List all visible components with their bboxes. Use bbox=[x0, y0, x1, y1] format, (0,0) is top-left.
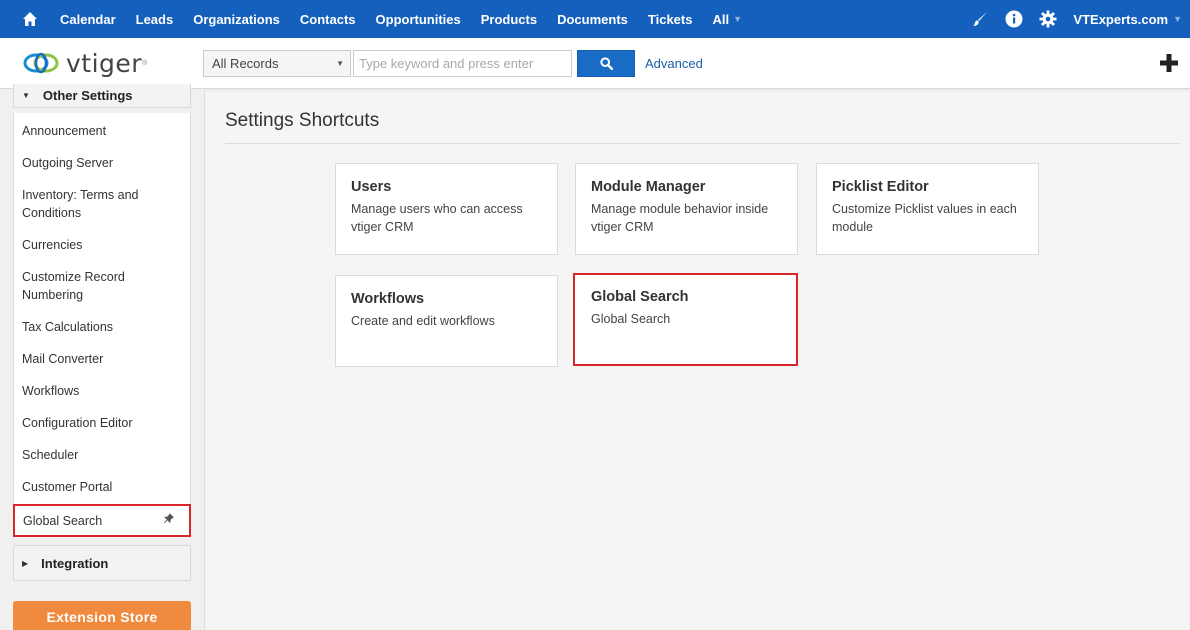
card-title: Module Manager bbox=[591, 179, 706, 195]
user-menu[interactable]: VTExperts.com ▼ bbox=[1073, 12, 1182, 27]
nav-right-tools: VTExperts.com ▼ bbox=[959, 0, 1182, 38]
nav-all-label: All bbox=[712, 11, 730, 27]
card-title: Workflows bbox=[351, 291, 425, 307]
integration-label: Integration bbox=[41, 555, 109, 571]
nav-products[interactable]: Products bbox=[481, 12, 537, 27]
triangle-down-icon: ▼ bbox=[22, 91, 30, 100]
search-scope-value: All Records bbox=[212, 56, 279, 71]
info-icon[interactable] bbox=[1001, 0, 1027, 38]
card-description: Global Search bbox=[591, 312, 671, 326]
registered-mark: ® bbox=[142, 59, 148, 67]
chevron-down-icon: ▼ bbox=[1173, 14, 1182, 24]
extension-store-button[interactable]: Extension Store bbox=[13, 601, 191, 630]
plus-icon[interactable] bbox=[1158, 52, 1180, 74]
sidebar-item-tax-calculations[interactable]: Tax Calculations bbox=[14, 309, 190, 341]
nav-tickets[interactable]: Tickets bbox=[648, 12, 693, 27]
nav-all-dropdown[interactable]: All ▼ bbox=[712, 12, 742, 27]
sidebar-item-workflows[interactable]: Workflows bbox=[14, 373, 190, 405]
search-scope-select[interactable]: All Records ▼ bbox=[203, 50, 351, 77]
card-title: Picklist Editor bbox=[832, 179, 929, 195]
search-icon bbox=[599, 57, 613, 70]
integration-header[interactable]: ▶ Integration bbox=[13, 545, 191, 581]
card-description: Customize Picklist values in each module bbox=[832, 202, 1017, 234]
sidebar-item-mail-converter[interactable]: Mail Converter bbox=[14, 341, 190, 373]
home-icon[interactable] bbox=[0, 0, 60, 38]
sidebar-item-scheduler[interactable]: Scheduler bbox=[14, 437, 190, 469]
sidebar-item-announcement[interactable]: Announcement bbox=[14, 113, 190, 145]
sidebar-item-global-search[interactable]: Global Search bbox=[13, 504, 191, 537]
nav-contacts[interactable]: Contacts bbox=[300, 12, 356, 27]
nav-documents[interactable]: Documents bbox=[557, 12, 628, 27]
shortcut-card-workflows[interactable]: Workflows Create and edit workflows bbox=[335, 275, 558, 367]
triangle-right-icon: ▶ bbox=[22, 558, 29, 568]
sidebar-item-customer-portal[interactable]: Customer Portal bbox=[14, 469, 190, 501]
sidebar-item-customize-record-numbering[interactable]: Customize Record Numbering bbox=[14, 259, 190, 309]
nav-calendar[interactable]: Calendar bbox=[60, 12, 116, 27]
top-navbar: Calendar Leads Organizations Contacts Op… bbox=[0, 0, 1190, 38]
search-input[interactable] bbox=[353, 50, 572, 77]
main-menu: Calendar Leads Organizations Contacts Op… bbox=[60, 0, 762, 38]
user-name: VTExperts.com bbox=[1073, 11, 1169, 27]
card-title: Global Search bbox=[591, 289, 689, 305]
pin-icon[interactable] bbox=[163, 512, 175, 524]
nav-leads[interactable]: Leads bbox=[136, 12, 174, 27]
sidebar-item-configuration-editor[interactable]: Configuration Editor bbox=[14, 405, 190, 437]
shortcut-card-module-manager[interactable]: Module Manager Manage module behavior in… bbox=[575, 163, 798, 255]
card-title: Users bbox=[351, 179, 392, 195]
chevron-down-icon: ▼ bbox=[733, 14, 743, 24]
sidebar-item-outgoing-server[interactable]: Outgoing Server bbox=[14, 145, 190, 177]
shortcut-card-global-search[interactable]: Global Search Global Search bbox=[573, 273, 798, 366]
settings-sidebar: ▼ Other Settings Announcement Outgoing S… bbox=[0, 84, 205, 630]
vtiger-logo-text: vtiger bbox=[66, 48, 143, 78]
vtiger-logo[interactable]: vtiger ® bbox=[22, 48, 147, 78]
other-settings-header[interactable]: ▼ Other Settings bbox=[13, 84, 191, 108]
shortcut-card-picklist-editor[interactable]: Picklist Editor Customize Picklist value… bbox=[816, 163, 1039, 255]
sidebar-item-inventory-terms[interactable]: Inventory: Terms and Conditions bbox=[14, 177, 190, 227]
paintbrush-icon[interactable] bbox=[967, 0, 993, 38]
page-title: Settings Shortcuts bbox=[225, 110, 380, 131]
search-button[interactable] bbox=[577, 50, 635, 77]
gear-icon[interactable] bbox=[1035, 0, 1061, 38]
nav-opportunities[interactable]: Opportunities bbox=[376, 12, 461, 27]
sidebar-item-label: Global Search bbox=[23, 514, 103, 528]
search-bar-row: vtiger ® All Records ▼ Advanced bbox=[0, 38, 1190, 89]
card-description: Manage module behavior inside vtiger CRM bbox=[591, 202, 769, 234]
card-description: Create and edit workflows bbox=[351, 314, 495, 328]
other-settings-label: Other Settings bbox=[42, 88, 133, 103]
title-divider bbox=[225, 143, 1180, 144]
vtiger-logo-mark-icon bbox=[23, 52, 59, 74]
other-settings-list: Announcement Outgoing Server Inventory: … bbox=[13, 113, 191, 537]
shortcut-card-users[interactable]: Users Manage users who can access vtiger… bbox=[335, 163, 558, 255]
nav-organizations[interactable]: Organizations bbox=[193, 12, 280, 27]
card-description: Manage users who can access vtiger CRM bbox=[351, 202, 523, 234]
sidebar-item-currencies[interactable]: Currencies bbox=[14, 227, 190, 259]
advanced-search-link[interactable]: Advanced bbox=[645, 56, 703, 71]
chevron-down-icon: ▼ bbox=[336, 59, 344, 68]
